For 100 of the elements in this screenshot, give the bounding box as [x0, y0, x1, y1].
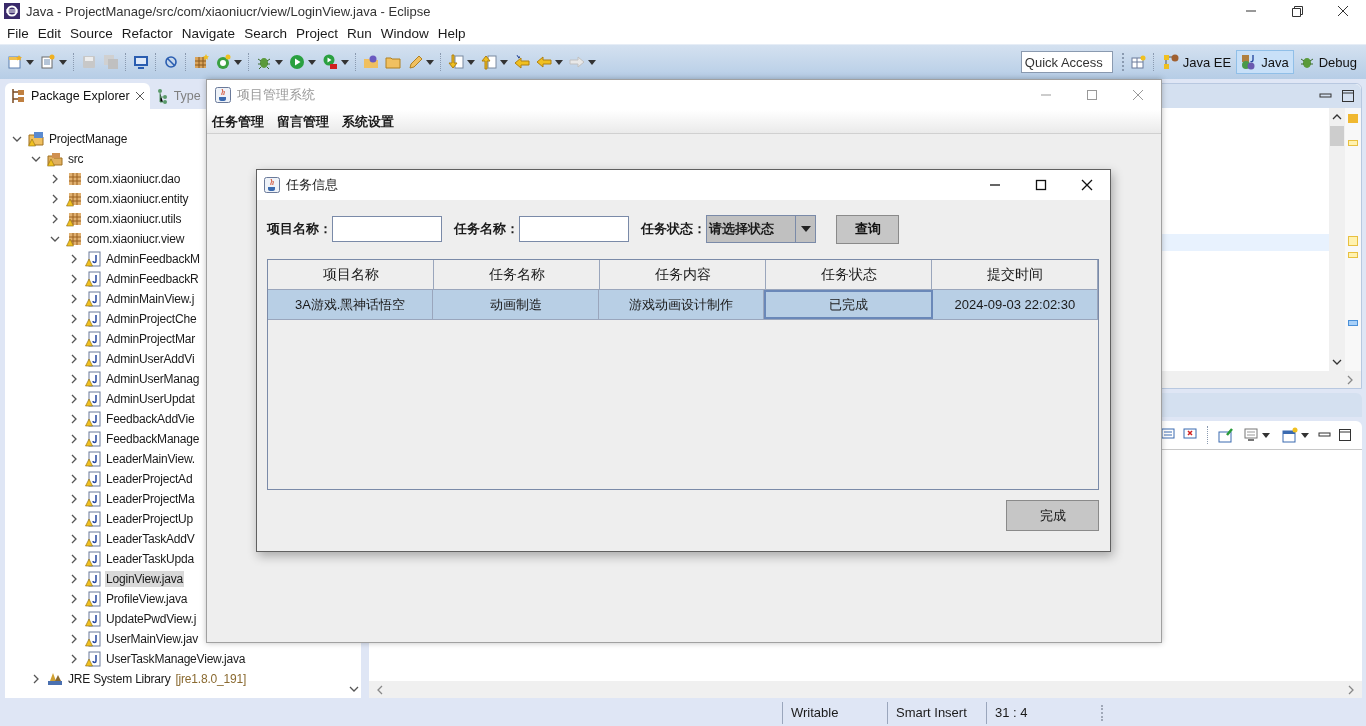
- menu-item[interactable]: Source: [67, 25, 119, 41]
- tree-item[interactable]: LeaderTaskUpda: [105, 551, 195, 567]
- tree-item[interactable]: UpdatePwdView.j: [105, 611, 198, 627]
- warning-marker[interactable]: [1348, 252, 1358, 258]
- column-header[interactable]: 任务状态: [766, 260, 932, 290]
- filter-label: 任务名称：: [454, 220, 519, 238]
- menu-item[interactable]: Window: [377, 25, 435, 41]
- menu-item[interactable]: 系统设置: [342, 112, 394, 131]
- input-field[interactable]: [332, 216, 442, 242]
- tree-item[interactable]: FeedbackAddVie: [105, 411, 196, 427]
- menu-item[interactable]: Run: [343, 25, 378, 41]
- menu-item[interactable]: Edit: [34, 25, 68, 41]
- tree-item[interactable]: AdminFeedbackM: [105, 251, 201, 267]
- occurrence-marker[interactable]: [1348, 320, 1358, 326]
- close-icon[interactable]: [134, 91, 145, 101]
- expand-chevron-icon[interactable]: [50, 174, 60, 184]
- tree-item[interactable]: LeaderTaskAddV: [105, 531, 196, 547]
- tree-item[interactable]: LeaderProjectAd: [105, 471, 194, 487]
- tree-item[interactable]: AdminMainView.j: [105, 291, 196, 307]
- tree-item[interactable]: com.xiaoniucr.dao: [86, 171, 182, 187]
- scroll-down-icon[interactable]: [349, 684, 359, 694]
- caret-icon: [59, 59, 67, 65]
- menu-item[interactable]: Refactor: [118, 25, 179, 41]
- no-sign-icon: [163, 54, 179, 70]
- menu-item[interactable]: File: [4, 25, 35, 41]
- tree-item[interactable]: LeaderProjectMa: [105, 491, 196, 507]
- tree-item[interactable]: AdminUserUpdat: [105, 391, 196, 407]
- tree-item[interactable]: ProjectManage: [48, 131, 129, 147]
- tree-item[interactable]: ProfileView.java: [105, 591, 189, 607]
- column-header[interactable]: 提交时间: [932, 260, 1098, 290]
- tree-item[interactable]: AdminUserAddVi: [105, 351, 196, 367]
- scroll-right-icon[interactable]: [1346, 684, 1356, 695]
- column-header[interactable]: 任务内容: [600, 260, 766, 290]
- tree-item[interactable]: src: [67, 151, 85, 167]
- collapse-chevron-icon[interactable]: [50, 234, 60, 244]
- tree-item[interactable]: com.xiaoniucr.utils: [86, 211, 183, 227]
- perspective-button[interactable]: Debug: [1293, 50, 1362, 74]
- scroll-right-icon[interactable]: [1345, 374, 1355, 385]
- tree-item[interactable]: com.xiaoniucr.entity: [86, 191, 190, 207]
- tree-item[interactable]: AdminFeedbackR: [105, 271, 200, 287]
- perspective-button[interactable]: Java: [1236, 50, 1294, 74]
- table-cell[interactable]: 2024-09-03 22:02:30: [932, 290, 1099, 319]
- tree-item[interactable]: LoginView.java: [105, 571, 185, 587]
- java-file-icon: [85, 351, 101, 367]
- caret-icon: [1262, 432, 1270, 438]
- status-dropdown[interactable]: 请选择状态: [706, 215, 816, 243]
- perspective-button[interactable]: Java EE: [1157, 50, 1237, 74]
- tree-item[interactable]: AdminUserManag: [105, 371, 201, 387]
- query-button[interactable]: 查询: [836, 214, 899, 244]
- table-cell[interactable]: 3A游戏.黑神话悟空: [268, 290, 434, 319]
- warning-marker[interactable]: [1348, 140, 1358, 146]
- java-file-icon: [85, 311, 101, 327]
- tree-item[interactable]: com.xiaoniucr.view: [86, 231, 186, 247]
- javaee-icon: [1162, 54, 1179, 70]
- tree-item[interactable]: FeedbackManage: [105, 431, 201, 447]
- expand-chevron-icon[interactable]: [31, 674, 41, 684]
- tree-item[interactable]: UserMainView.jav: [105, 631, 199, 647]
- table-cell[interactable]: 动画制造: [433, 290, 599, 319]
- tree-item[interactable]: AdminProjectMar: [105, 331, 197, 347]
- tree-item[interactable]: LeaderMainView.: [105, 451, 196, 467]
- quick-access-field[interactable]: Quick Access: [1020, 51, 1113, 73]
- java-file-icon: [85, 591, 101, 607]
- new-class-icon: [40, 54, 56, 70]
- done-button[interactable]: 完成: [1006, 500, 1099, 531]
- menu-item[interactable]: Project: [292, 25, 344, 41]
- menu-item[interactable]: 留言管理: [277, 112, 329, 131]
- tree-item[interactable]: JRE System Library: [67, 671, 172, 687]
- scroll-up-icon[interactable]: [1332, 112, 1342, 122]
- view-tab[interactable]: Package Explorer: [5, 83, 150, 109]
- column-header[interactable]: 任务名称: [434, 260, 600, 290]
- scroll-left-icon[interactable]: [375, 684, 385, 695]
- input-field[interactable]: [519, 216, 629, 242]
- warning-marker[interactable]: [1348, 114, 1358, 123]
- forward-arrow-icon: [569, 54, 585, 70]
- column-header[interactable]: 项目名称: [268, 260, 434, 290]
- collapse-chevron-icon[interactable]: [12, 134, 22, 144]
- expand-chevron-icon[interactable]: [50, 214, 60, 224]
- collapse-chevron-icon[interactable]: [31, 154, 41, 164]
- scroll-down-icon[interactable]: [1332, 357, 1342, 367]
- table-cell[interactable]: 游戏动画设计制作: [598, 290, 765, 319]
- warning-marker[interactable]: [1348, 236, 1358, 246]
- scrollbar-thumb[interactable]: [1330, 126, 1344, 146]
- java-file-icon: [85, 371, 101, 387]
- menu-item[interactable]: Help: [434, 25, 472, 41]
- menu-item[interactable]: Navigate: [178, 25, 242, 41]
- java-file-icon: [85, 331, 101, 347]
- caret-icon: [275, 59, 283, 65]
- tree-item[interactable]: LeaderProjectUp: [105, 511, 195, 527]
- menu-item[interactable]: Search: [241, 25, 293, 41]
- java-file-icon: [85, 531, 101, 547]
- tree-item[interactable]: UserTaskManageView.java: [105, 651, 247, 667]
- maximize-view-icon[interactable]: [1338, 428, 1352, 442]
- table-cell[interactable]: 已完成: [764, 290, 933, 319]
- pin-icon[interactable]: [1218, 427, 1234, 443]
- menu-item[interactable]: 任务管理: [212, 112, 264, 131]
- package-icon: [193, 54, 209, 70]
- maximize-view-icon[interactable]: [1341, 89, 1355, 103]
- java-file-icon: [85, 631, 101, 647]
- expand-chevron-icon[interactable]: [50, 194, 60, 204]
- tree-item[interactable]: AdminProjectChe: [105, 311, 198, 327]
